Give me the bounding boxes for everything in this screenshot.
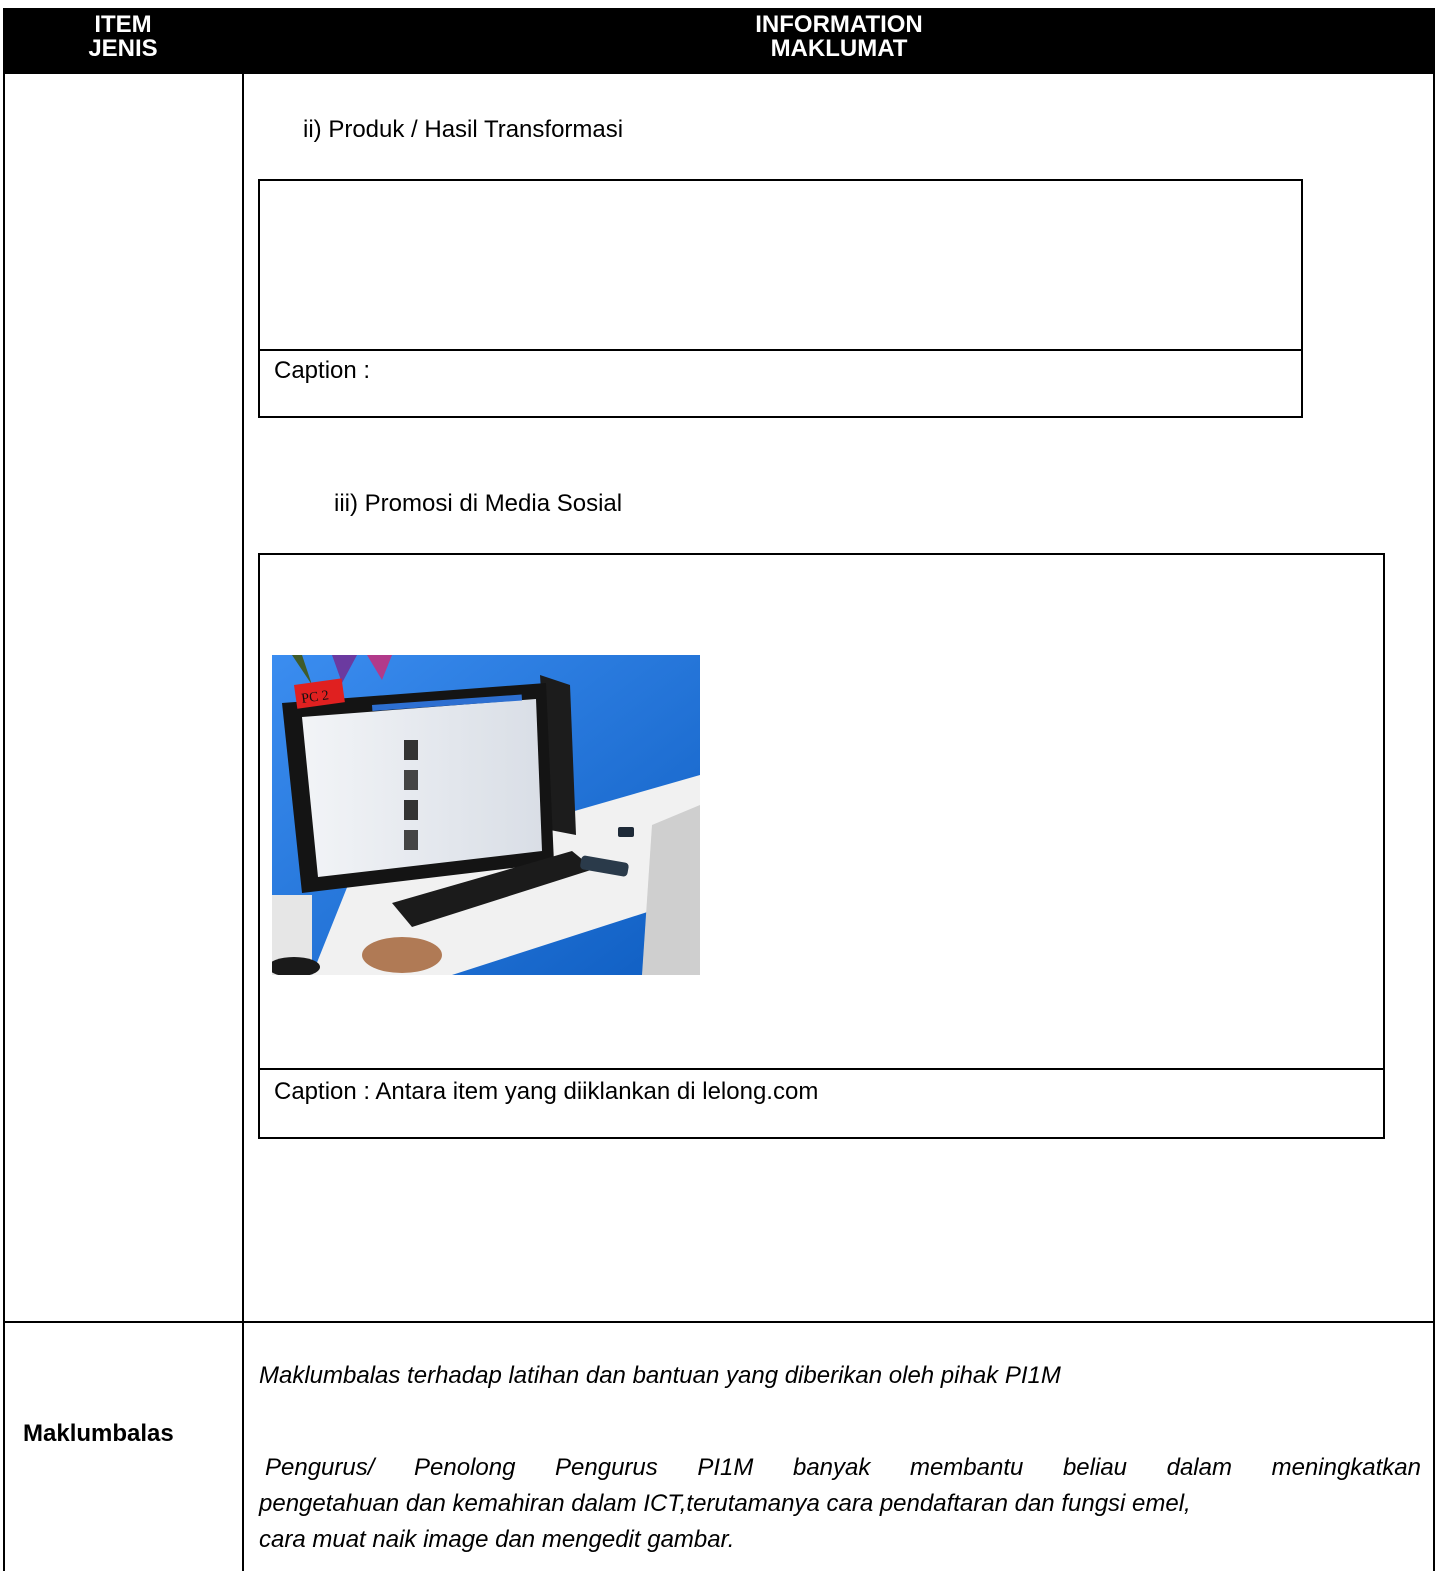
header-item-column: ITEM JENIS [3, 13, 243, 61]
product-caption: Caption : [260, 349, 1301, 416]
section-ii-title: ii) Produk / Hasil Transformasi [303, 116, 624, 143]
feedback-text-1: Pengurus/ Penolong Pengurus PI1M banyak … [265, 1454, 1421, 1481]
table-left-border [3, 74, 5, 1571]
header-item-label: ITEM [94, 11, 152, 38]
feedback-label: Maklumbalas [23, 1420, 174, 1447]
promotion-caption: Caption : Antara item yang diiklankan di… [260, 1068, 1383, 1137]
header-jenis-label: JENIS [88, 35, 158, 62]
feedback-intro: Maklumbalas terhadap latihan dan bantuan… [259, 1362, 1061, 1389]
row-divider [3, 1321, 1435, 1323]
header-information-column: INFORMATION MAKLUMAT [243, 13, 1435, 61]
feedback-line-2: pengetahuan dan kemahiran dalam ICT,teru… [259, 1490, 1191, 1517]
feedback-line-1: Pengurus/ Penolong Pengurus PI1M banyak … [259, 1454, 1421, 1482]
column-divider [242, 74, 244, 1571]
header-information-label: INFORMATION [755, 11, 923, 38]
computer-photo-icon: PC 2 [272, 655, 700, 975]
product-image-box: Caption : [258, 179, 1303, 418]
feedback-line-3: cara muat naik image dan mengedit gambar… [259, 1526, 735, 1553]
computer-photo: PC 2 [272, 655, 700, 975]
table-right-border [1433, 74, 1435, 1571]
section-iii-title: iii) Promosi di Media Sosial [334, 490, 623, 517]
header-maklumat-label: MAKLUMAT [770, 35, 908, 62]
table-header: ITEM JENIS INFORMATION MAKLUMAT [3, 8, 1435, 74]
document-table: ITEM JENIS INFORMATION MAKLUMAT ii) Prod… [3, 8, 1435, 1571]
